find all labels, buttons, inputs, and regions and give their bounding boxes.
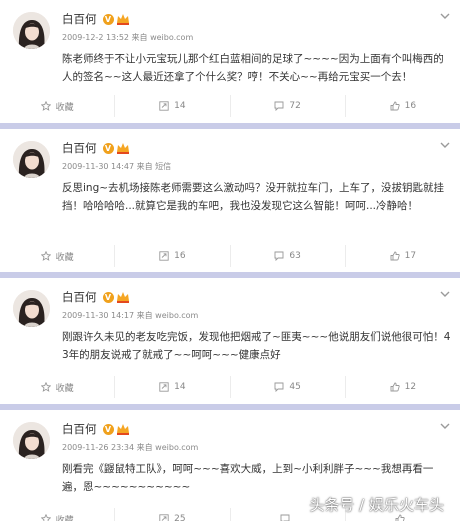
- verified-badge-icon: V: [102, 13, 114, 25]
- repost-count: 25: [174, 514, 186, 521]
- post-text: 陈老师终于不让小元宝玩儿那个红白蓝相间的足球了~~~~因为上面有个叫梅西的人的签…: [62, 53, 444, 83]
- weibo-post-2: 白百何 V 2009-11-30 14:47 来自 短信 反思ing~去机场接陈…: [0, 129, 460, 272]
- vip-crown-icon: [116, 292, 129, 303]
- verified-badge-icon: V: [102, 291, 114, 303]
- comment-icon: [280, 514, 290, 521]
- post-meta: 2009-11-26 23:34 来自 weibo.com: [62, 442, 198, 453]
- weibo-post-3: 白百何 V 2009-11-30 14:17 来自 weibo.com 刚跟许久…: [0, 278, 460, 404]
- post-meta: 2009-11-30 14:17 来自 weibo.com: [62, 310, 198, 321]
- comment-icon: [274, 382, 284, 392]
- avatar[interactable]: [13, 422, 50, 459]
- thumbs-up-icon: [390, 251, 400, 261]
- thumbs-up-icon: [390, 382, 400, 392]
- repost-count: 14: [174, 101, 186, 111]
- user-name[interactable]: 白百何: [62, 289, 97, 305]
- comment-count: 72: [289, 101, 301, 111]
- favorite-button[interactable]: 收藏: [0, 95, 116, 117]
- user-name[interactable]: 白百何: [62, 11, 97, 27]
- comment-count: 63: [289, 251, 301, 261]
- star-icon: [40, 514, 51, 521]
- user-name-row: 白百何 V: [62, 420, 130, 438]
- star-icon: [40, 251, 51, 261]
- avatar[interactable]: [13, 141, 50, 178]
- chevron-down-icon[interactable]: [440, 422, 450, 430]
- user-name[interactable]: 白百何: [62, 140, 97, 156]
- repost-icon: [159, 251, 169, 261]
- favorite-label: 收藏: [55, 252, 74, 263]
- like-button[interactable]: 16: [346, 95, 460, 117]
- repost-icon: [159, 382, 169, 392]
- repost-button[interactable]: 14: [115, 95, 231, 117]
- vip-crown-icon: [116, 14, 129, 25]
- star-icon: [40, 382, 51, 392]
- post-text: 刚跟许久未见的老友吃完饭，发现他把烟戒了~匪夷~~~他说朋友们说他很可怕！43年…: [62, 331, 451, 361]
- post-source: 来自 weibo.com: [136, 311, 199, 320]
- like-count: 17: [404, 251, 417, 261]
- like-count: 16: [404, 101, 417, 111]
- comment-button[interactable]: 72: [231, 95, 346, 117]
- comment-count: 45: [289, 382, 301, 392]
- comment-button[interactable]: 45: [231, 376, 346, 398]
- favorite-button[interactable]: 收藏: [0, 376, 116, 398]
- verified-badge-icon: V: [102, 423, 114, 435]
- like-button[interactable]: 12: [346, 376, 460, 398]
- weibo-post-1: 白百何 V 2009-12-2 13:52 来自 weibo.com 陈老师终于…: [0, 0, 460, 123]
- favorite-button[interactable]: 收藏: [0, 508, 116, 521]
- post-meta: 2009-12-2 13:52 来自 weibo.com: [62, 32, 193, 43]
- action-bar: 收藏 14 72 16: [0, 95, 460, 117]
- post-source: 来自 短信: [136, 162, 172, 171]
- thumbs-up-icon: [390, 101, 400, 111]
- post-source: 来自 weibo.com: [131, 33, 194, 42]
- post-time[interactable]: 2009-11-30 14:17: [62, 311, 134, 320]
- repost-button[interactable]: 14: [115, 376, 231, 398]
- comment-icon: [274, 251, 284, 261]
- comment-icon: [274, 101, 284, 111]
- post-meta: 2009-11-30 14:47 来自 短信: [62, 161, 171, 172]
- comment-button[interactable]: 63: [231, 245, 346, 267]
- post-time[interactable]: 2009-11-26 23:34: [62, 443, 134, 452]
- repost-button[interactable]: 25: [115, 508, 231, 521]
- action-bar: 收藏 16 63 17: [0, 245, 460, 267]
- user-name-row: 白百何 V: [62, 288, 130, 306]
- repost-button[interactable]: 16: [115, 245, 231, 267]
- user-name-row: 白百何 V: [62, 10, 130, 28]
- watermark: 头条号 / 娱乐火车头: [309, 496, 444, 514]
- vip-crown-icon: [116, 424, 129, 435]
- favorite-label: 收藏: [55, 102, 74, 113]
- chevron-down-icon[interactable]: [440, 12, 450, 20]
- thumbs-up-icon: [395, 514, 406, 521]
- chevron-down-icon[interactable]: [440, 141, 450, 149]
- vip-crown-icon: [116, 143, 129, 154]
- favorite-label: 收藏: [55, 515, 74, 521]
- avatar[interactable]: [13, 12, 50, 49]
- avatar[interactable]: [13, 290, 50, 327]
- favorite-button[interactable]: 收藏: [0, 245, 116, 267]
- repost-count: 14: [174, 382, 186, 392]
- verified-badge-icon: V: [102, 142, 114, 154]
- chevron-down-icon[interactable]: [440, 290, 450, 298]
- action-bar: 收藏 14 45 12: [0, 376, 460, 398]
- repost-icon: [159, 101, 169, 111]
- star-icon: [40, 101, 51, 111]
- post-source: 来自 weibo.com: [136, 443, 199, 452]
- like-count: 12: [404, 382, 417, 392]
- repost-count: 16: [174, 251, 186, 261]
- favorite-label: 收藏: [55, 383, 74, 394]
- user-name[interactable]: 白百何: [62, 421, 97, 437]
- post-time[interactable]: 2009-11-30 14:47: [62, 162, 134, 171]
- repost-icon: [159, 514, 169, 521]
- post-text: 刚看完《鼹鼠特工队》，呵呵~~~喜欢大威，上到~小利利胖子~~~我想再看一遍，恩…: [62, 463, 434, 493]
- post-time[interactable]: 2009-12-2 13:52: [62, 33, 129, 42]
- post-text: 反思ing~去机场接陈老师需要这么激动吗？没开就拉车门，上车了，没拔钥匙就挂挡！…: [62, 182, 445, 212]
- like-button[interactable]: 17: [346, 245, 460, 267]
- user-name-row: 白百何 V: [62, 139, 130, 157]
